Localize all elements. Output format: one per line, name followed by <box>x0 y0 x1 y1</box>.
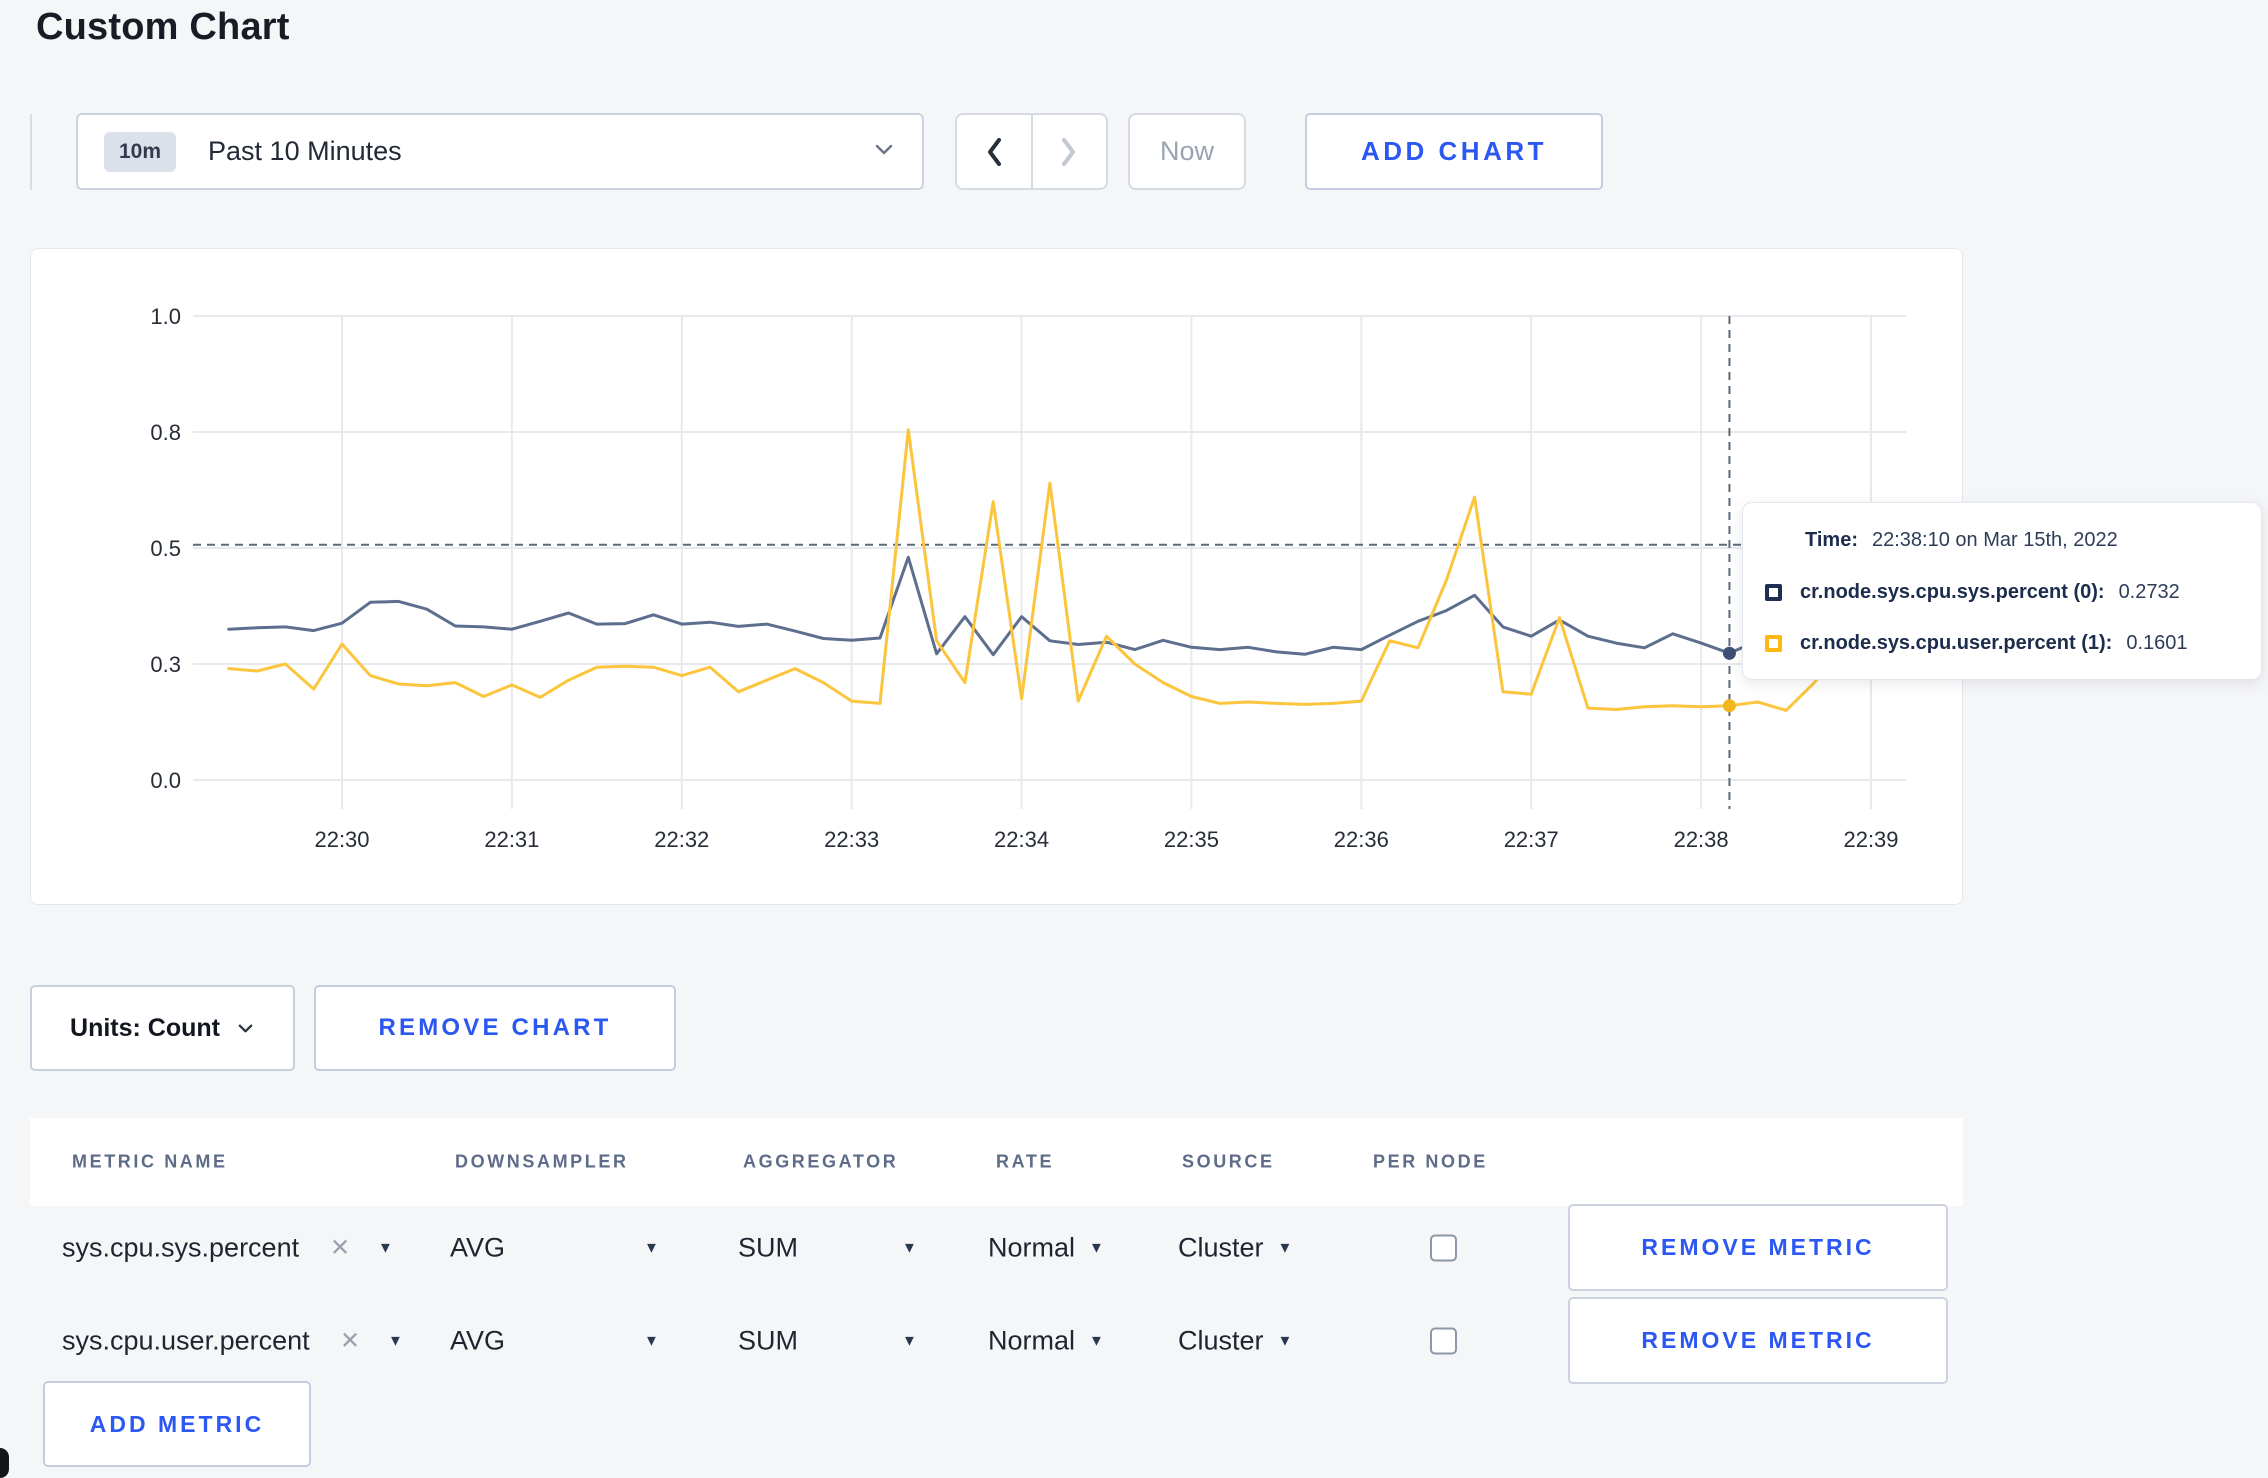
remove-metric-button[interactable]: REMOVE METRIC <box>1568 1297 1948 1384</box>
table-row: sys.cpu.sys.percent ✕ ▼ AVG ▼ SUM ▼ Norm… <box>30 1204 1963 1291</box>
metric-dropdown-caret-icon[interactable]: ▼ <box>388 1332 403 1349</box>
chevron-down-icon <box>238 1024 253 1032</box>
x-tick-label: 22:33 <box>824 827 879 852</box>
tooltip-series-row: cr.node.sys.cpu.user.percent (1): 0.1601 <box>1765 632 2237 655</box>
y-tick-label: 0.3 <box>150 652 181 677</box>
y-tick-label: 1.0 <box>150 304 181 329</box>
x-tick-label: 22:30 <box>314 827 369 852</box>
series-line-0 <box>227 555 1901 657</box>
user-series-swatch-icon <box>1765 635 1782 652</box>
source-select[interactable]: Cluster ▼ <box>1178 1232 1292 1263</box>
table-row: sys.cpu.user.percent ✕ ▼ AVG ▼ SUM ▼ Nor… <box>30 1297 1963 1384</box>
tooltip-series-row: cr.node.sys.cpu.sys.percent (0): 0.2732 <box>1765 581 2237 604</box>
now-button[interactable]: Now <box>1128 113 1246 190</box>
x-tick-label: 22:37 <box>1504 827 1559 852</box>
col-header-per-node: PER NODE <box>1373 1151 1488 1172</box>
add-chart-button[interactable]: ADD CHART <box>1305 113 1603 190</box>
x-tick-label: 22:38 <box>1674 827 1729 852</box>
next-time-button[interactable] <box>1030 115 1107 188</box>
time-range-label: Past 10 Minutes <box>208 136 402 166</box>
metric-name-value[interactable]: sys.cpu.user.percent <box>62 1325 310 1356</box>
downsampler-caret-icon[interactable]: ▼ <box>644 1332 659 1349</box>
x-tick-label: 22:35 <box>1164 827 1219 852</box>
col-header-rate: RATE <box>996 1151 1055 1172</box>
aggregator-select[interactable]: SUM <box>738 1232 798 1263</box>
col-header-aggregator: AGGREGATOR <box>743 1151 899 1172</box>
metrics-table-header: METRIC NAME DOWNSAMPLER AGGREGATOR RATE … <box>30 1118 1963 1206</box>
timeseries-chart[interactable]: 0.0 0.3 0.5 0.8 1.0 22:30 22:31 22:32 22:33 22:34… <box>31 249 1964 906</box>
units-label: Units: Count <box>70 1013 220 1042</box>
y-tick-label: 0.5 <box>150 536 181 561</box>
sys-series-swatch-icon <box>1765 583 1782 601</box>
tooltip-user-label: cr.node.sys.cpu.user.percent (1): <box>1800 632 2113 654</box>
per-node-checkbox[interactable] <box>1430 1234 1457 1261</box>
tooltip-time-label: Time: <box>1805 529 1858 551</box>
metric-dropdown-caret-icon[interactable]: ▼ <box>378 1239 393 1256</box>
time-range-badge: 10m <box>104 131 177 172</box>
add-metric-button[interactable]: ADD METRIC <box>43 1381 311 1467</box>
clear-metric-icon[interactable]: ✕ <box>340 1326 360 1355</box>
col-header-downsampler: DOWNSAMPLER <box>455 1151 629 1172</box>
page-title: Custom Chart <box>36 6 290 48</box>
prev-time-button[interactable] <box>957 115 1031 188</box>
time-range-selector[interactable]: 10m Past 10 Minutes <box>76 113 924 190</box>
downsampler-select[interactable]: AVG <box>450 1325 505 1356</box>
rate-select[interactable]: Normal ▼ <box>988 1232 1104 1263</box>
col-header-metric-name: METRIC NAME <box>72 1151 228 1172</box>
remove-metric-button[interactable]: REMOVE METRIC <box>1568 1204 1948 1291</box>
screen-edge-artifact <box>0 1448 9 1478</box>
custom-chart-page: Custom Chart 10m Past 10 Minutes Now ADD… <box>0 0 2268 1478</box>
metric-name-value[interactable]: sys.cpu.sys.percent <box>62 1232 299 1263</box>
rate-value: Normal <box>988 1325 1076 1355</box>
aggregator-caret-icon[interactable]: ▼ <box>902 1239 917 1256</box>
chart-hover-tooltip: Time: 22:38:10 on Mar 15th, 2022 cr.node… <box>1742 502 2262 680</box>
y-tick-label: 0.0 <box>150 768 181 793</box>
source-caret-icon: ▼ <box>1277 1239 1293 1256</box>
chart-card: 0.0 0.3 0.5 0.8 1.0 22:30 22:31 22:32 22:33 22:34… <box>30 248 1963 905</box>
x-tick-label: 22:36 <box>1334 827 1389 852</box>
per-node-checkbox[interactable] <box>1430 1327 1457 1354</box>
tooltip-sys-value: 0.2732 <box>2118 580 2180 603</box>
hover-dot-0 <box>1722 646 1736 660</box>
rate-caret-icon: ▼ <box>1089 1239 1104 1256</box>
rate-value: Normal <box>988 1232 1076 1262</box>
source-select[interactable]: Cluster ▼ <box>1178 1325 1292 1356</box>
chevron-down-icon <box>872 137 896 166</box>
downsampler-caret-icon[interactable]: ▼ <box>644 1239 659 1256</box>
rate-select[interactable]: Normal ▼ <box>988 1325 1104 1356</box>
x-tick-label: 22:34 <box>994 827 1049 852</box>
series-line-1 <box>227 428 1901 712</box>
tooltip-user-value: 0.1601 <box>2126 632 2188 654</box>
rate-caret-icon: ▼ <box>1089 1332 1104 1349</box>
tooltip-sys-label: cr.node.sys.cpu.sys.percent (0): <box>1800 580 2105 603</box>
x-tick-label: 22:31 <box>484 827 539 852</box>
time-nav-arrows <box>955 113 1108 190</box>
x-tick-label: 22:39 <box>1843 827 1898 852</box>
toolbar-divider <box>30 114 32 190</box>
aggregator-caret-icon[interactable]: ▼ <box>902 1332 917 1349</box>
col-header-source: SOURCE <box>1182 1151 1275 1172</box>
remove-chart-button[interactable]: REMOVE CHART <box>314 985 676 1071</box>
tooltip-time-row: Time: 22:38:10 on Mar 15th, 2022 <box>1805 529 2237 552</box>
source-caret-icon: ▼ <box>1277 1332 1293 1349</box>
downsampler-select[interactable]: AVG <box>450 1232 505 1263</box>
y-tick-label: 0.8 <box>150 420 181 445</box>
tooltip-time-value: 22:38:10 on Mar 15th, 2022 <box>1871 529 2118 551</box>
source-value: Cluster <box>1178 1325 1264 1355</box>
clear-metric-icon[interactable]: ✕ <box>330 1233 350 1262</box>
aggregator-select[interactable]: SUM <box>738 1325 798 1356</box>
hover-dot-1 <box>1722 699 1736 713</box>
source-value: Cluster <box>1178 1232 1264 1262</box>
units-dropdown[interactable]: Units: Count <box>30 985 295 1071</box>
x-tick-label: 22:32 <box>654 827 709 852</box>
